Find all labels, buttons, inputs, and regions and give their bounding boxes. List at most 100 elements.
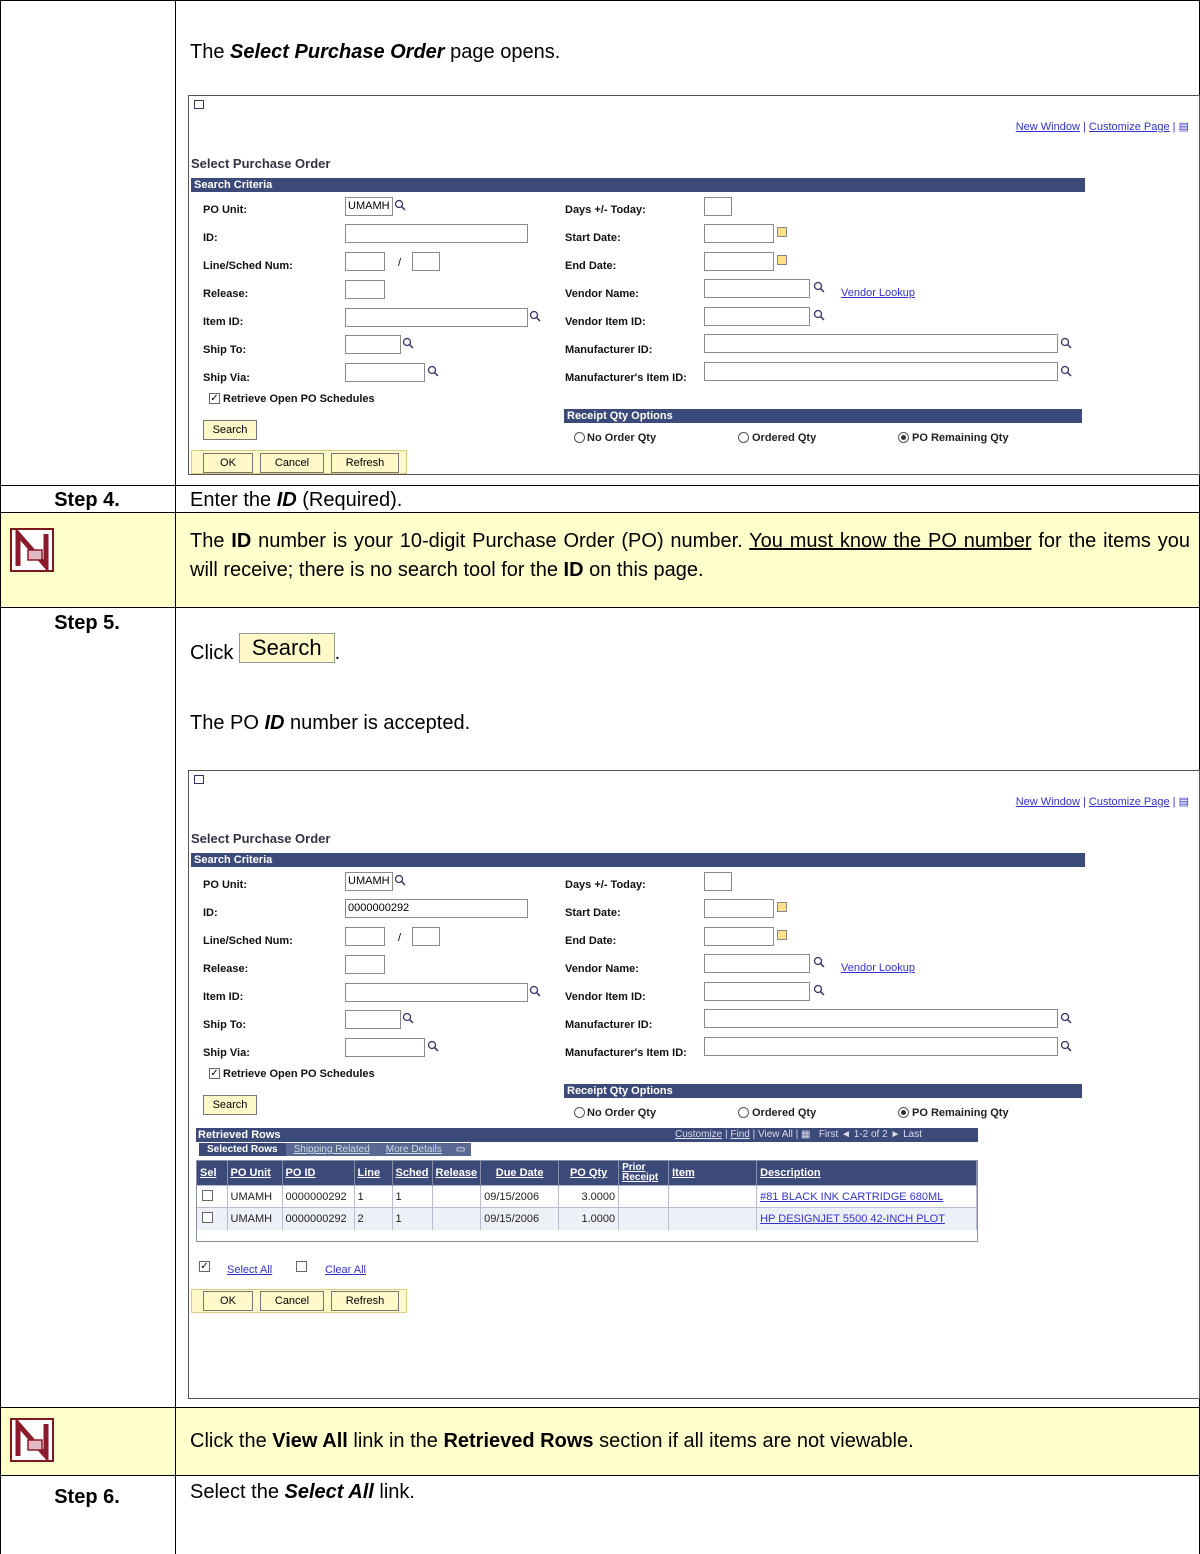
find-link[interactable]: Find [730, 1129, 749, 1140]
page-menu-icon[interactable] [194, 775, 204, 784]
calendar-icon[interactable] [777, 227, 787, 237]
retrieve-open-checkbox[interactable]: ✓ [209, 393, 220, 404]
new-window-link[interactable]: New Window [1016, 796, 1080, 808]
no-order-qty-radio[interactable] [574, 1107, 585, 1118]
search-icon[interactable] [529, 310, 541, 322]
description-link[interactable]: HP DESIGNJET 5500 42-INCH PLOT [760, 1213, 945, 1225]
calendar-icon[interactable] [777, 930, 787, 940]
clear-all-icon[interactable] [296, 1261, 307, 1272]
search-icon[interactable] [1060, 337, 1072, 349]
search-icon[interactable] [813, 309, 825, 321]
tab-more-details[interactable]: More Details [377, 1143, 450, 1156]
ship-to-input[interactable] [345, 1010, 401, 1029]
col-item[interactable]: Item [668, 1161, 758, 1186]
last-link[interactable]: Last [903, 1129, 922, 1140]
search-icon[interactable] [1060, 365, 1072, 377]
select-all-link[interactable]: Select All [227, 1264, 272, 1276]
table-row[interactable]: UMAMH 0000000292 2 1 09/15/2006 1.0000 H… [197, 1207, 977, 1230]
calendar-icon[interactable] [777, 255, 787, 265]
release-input[interactable] [345, 955, 385, 974]
col-po-unit[interactable]: PO Unit [227, 1161, 283, 1186]
search-button[interactable]: Search [203, 420, 257, 440]
refresh-button[interactable]: Refresh [331, 1291, 399, 1311]
search-icon[interactable] [813, 281, 825, 293]
start-date-input[interactable] [704, 224, 774, 243]
ok-button[interactable]: OK [203, 1291, 253, 1311]
days-input[interactable] [704, 872, 732, 891]
search-icon[interactable] [813, 956, 825, 968]
col-release[interactable]: Release [432, 1161, 482, 1186]
customize-page-link[interactable]: Customize Page [1089, 121, 1170, 133]
description-link[interactable]: #81 BLACK INK CARTRIDGE 680ML [760, 1191, 943, 1203]
ordered-qty-radio[interactable] [738, 1107, 749, 1118]
ok-button[interactable]: OK [203, 453, 253, 473]
select-row-checkbox[interactable] [202, 1189, 213, 1201]
po-unit-input[interactable]: UMAMH [345, 872, 393, 891]
id-input[interactable] [345, 224, 528, 243]
view-all-link[interactable]: View All [758, 1129, 793, 1140]
col-sel[interactable]: Sel [197, 1161, 228, 1186]
col-po-qty[interactable]: PO Qty [558, 1161, 620, 1186]
search-icon[interactable] [1060, 1012, 1072, 1024]
retrieve-open-checkbox[interactable]: ✓ [209, 1068, 220, 1079]
http-icon[interactable]: ▤ [1179, 121, 1189, 133]
manufacturer-id-input[interactable] [704, 1009, 1058, 1028]
search-icon[interactable] [529, 985, 541, 997]
po-remaining-qty-radio[interactable] [898, 1107, 909, 1118]
days-input[interactable] [704, 197, 732, 216]
table-row[interactable]: UMAMH 0000000292 1 1 09/15/2006 3.0000 #… [197, 1185, 977, 1208]
start-date-input[interactable] [704, 899, 774, 918]
release-input[interactable] [345, 280, 385, 299]
po-unit-input[interactable]: UMAMH [345, 197, 393, 216]
cancel-button[interactable]: Cancel [260, 453, 324, 473]
po-remaining-qty-radio[interactable] [898, 432, 909, 443]
vendor-item-input[interactable] [704, 982, 810, 1001]
search-icon[interactable] [1060, 1040, 1072, 1052]
col-description[interactable]: Description [756, 1161, 977, 1186]
ship-via-input[interactable] [345, 1038, 425, 1057]
ordered-qty-radio[interactable] [738, 432, 749, 443]
first-link[interactable]: First [819, 1129, 838, 1140]
prev-icon[interactable]: ◄ [841, 1129, 851, 1140]
select-row-checkbox[interactable] [202, 1211, 213, 1223]
http-icon[interactable]: ▤ [1179, 796, 1189, 808]
item-id-input[interactable] [345, 308, 528, 327]
search-icon[interactable] [402, 1012, 414, 1024]
end-date-input[interactable] [704, 252, 774, 271]
col-sched[interactable]: Sched [392, 1161, 433, 1186]
next-icon[interactable]: ► [890, 1129, 900, 1140]
new-window-link[interactable]: New Window [1016, 121, 1080, 133]
page-menu-icon[interactable] [194, 100, 204, 109]
ship-to-input[interactable] [345, 335, 401, 354]
col-due-date[interactable]: Due Date [480, 1161, 560, 1186]
end-date-input[interactable] [704, 927, 774, 946]
customize-link[interactable]: Customize [675, 1129, 722, 1140]
no-order-qty-radio[interactable] [574, 432, 585, 443]
search-icon[interactable] [394, 874, 406, 886]
line-input[interactable] [345, 927, 385, 946]
vendor-lookup-link[interactable]: Vendor Lookup [841, 287, 915, 299]
sched-input[interactable] [412, 252, 440, 271]
search-icon[interactable] [813, 984, 825, 996]
manufacturer-item-input[interactable] [704, 362, 1058, 381]
line-input[interactable] [345, 252, 385, 271]
show-all-columns-icon[interactable]: ▭ [449, 1143, 472, 1156]
vendor-lookup-link[interactable]: Vendor Lookup [841, 962, 915, 974]
col-prior-receipt[interactable]: Prior Receipt [618, 1161, 670, 1186]
manufacturer-item-input[interactable] [704, 1037, 1058, 1056]
tab-selected-rows[interactable]: Selected Rows [199, 1143, 286, 1156]
search-button[interactable]: Search [203, 1095, 257, 1115]
select-all-icon[interactable]: ✓ [199, 1261, 210, 1272]
col-po-id[interactable]: PO ID [282, 1161, 355, 1186]
ship-via-input[interactable] [345, 363, 425, 382]
item-id-input[interactable] [345, 983, 528, 1002]
customize-page-link[interactable]: Customize Page [1089, 796, 1170, 808]
cancel-button[interactable]: Cancel [260, 1291, 324, 1311]
search-icon[interactable] [394, 199, 406, 211]
col-line[interactable]: Line [354, 1161, 393, 1186]
grid-icon[interactable]: ▦ [801, 1129, 810, 1140]
id-input[interactable]: 0000000292 [345, 899, 528, 918]
sched-input[interactable] [412, 927, 440, 946]
vendor-name-input[interactable] [704, 279, 810, 298]
refresh-button[interactable]: Refresh [331, 453, 399, 473]
